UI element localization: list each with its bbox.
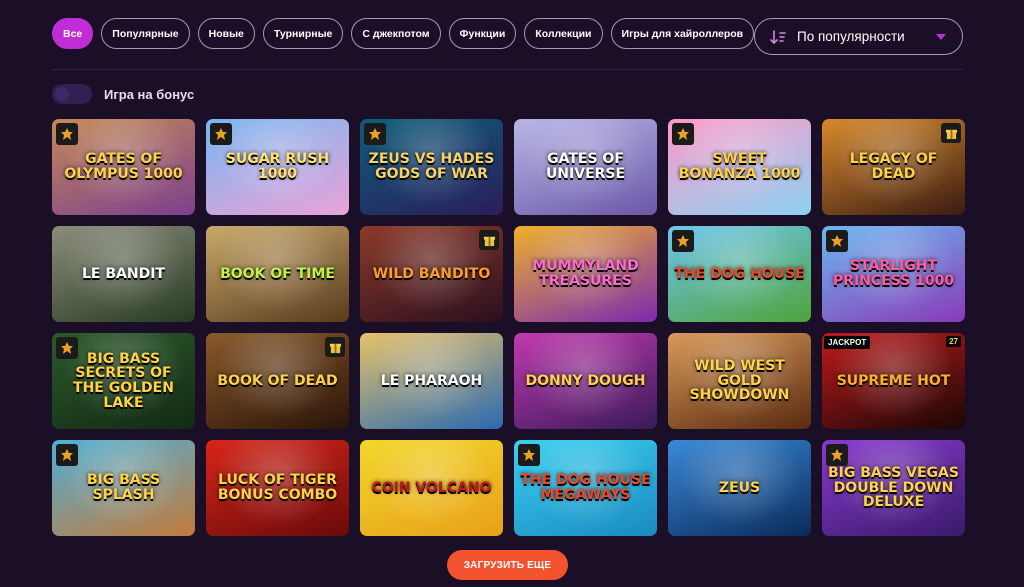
game-tile[interactable]: Book of Dead (206, 333, 349, 429)
game-grid: Gates of Olympus 1000 Sugar Rush 1000 Zeus… (52, 119, 965, 536)
game-tile[interactable]: Sweet Bonanza 1000 (668, 119, 811, 215)
game-title: Luck of Tiger Bonus Combo (217, 472, 338, 503)
load-more-button[interactable]: ЗАГРУЗИТЬ ЕЩЕ (447, 550, 568, 580)
game-title: Coin Volcano (371, 479, 492, 496)
provider-badge (364, 123, 386, 145)
gift-icon (945, 129, 957, 139)
game-tile[interactable]: Legacy of Dead (822, 119, 965, 215)
game-title: Gates of Olympus 1000 (64, 151, 183, 182)
count-badge: 27 (946, 336, 961, 347)
game-tile[interactable]: The Dog House (668, 226, 811, 322)
provider-badge (826, 230, 848, 252)
game-tile[interactable]: Big Bass Secrets of the Golden Lake (52, 333, 195, 429)
gift-icon (329, 343, 341, 353)
provider-logo-icon (677, 128, 689, 140)
game-title: Big Bass Secrets of the Golden Lake (73, 350, 174, 411)
game-title: Big Bass Splash (86, 472, 161, 503)
filter-chip[interactable]: Новые (197, 18, 255, 49)
provider-badge (56, 123, 78, 145)
provider-badge (56, 337, 78, 359)
bonus-badge (325, 337, 345, 357)
filter-chip[interactable]: Игры для хайроллеров (610, 18, 755, 49)
filter-chip[interactable]: С джекпотом (351, 18, 441, 49)
sort-descending-icon (770, 29, 786, 44)
filter-chip[interactable]: Все (52, 18, 94, 49)
bonus-toggle[interactable] (52, 84, 92, 104)
game-title: Starlight Princess 1000 (832, 258, 955, 289)
game-tile[interactable]: Mummyland Treasures (514, 226, 657, 322)
bonus-toggle-row: Игра на бонус (52, 84, 194, 104)
game-tile[interactable]: Le Bandit (52, 226, 195, 322)
provider-logo-icon (61, 449, 73, 461)
bonus-badge (479, 230, 499, 250)
sort-label: По популярности (797, 29, 905, 44)
game-tile[interactable]: Coin Volcano (360, 440, 503, 536)
game-title: Wild West Gold Showdown (689, 357, 790, 404)
game-title: Book of Dead (217, 372, 338, 389)
provider-badge (672, 123, 694, 145)
provider-badge (672, 230, 694, 252)
sort-dropdown[interactable]: По популярности (754, 18, 963, 55)
provider-badge (210, 123, 232, 145)
game-title: Donny Dough (525, 372, 646, 389)
game-tile[interactable]: JACKPOT 27 Supreme Hot (822, 333, 965, 429)
filter-chip[interactable]: Популярные (101, 18, 190, 49)
provider-logo-icon (523, 449, 535, 461)
game-title: Book of Time (220, 265, 335, 282)
game-tile[interactable]: Gates of Olympus 1000 (52, 119, 195, 215)
provider-logo-icon (369, 128, 381, 140)
game-tile[interactable]: Donny Dough (514, 333, 657, 429)
game-tile[interactable]: Big Bass Vegas Double Down Deluxe (822, 440, 965, 536)
gift-icon (483, 236, 495, 246)
game-title: Sweet Bonanza 1000 (678, 151, 801, 182)
filter-chip[interactable]: Турнирные (262, 18, 344, 49)
game-title: Mummyland Treasures (532, 258, 639, 289)
game-tile[interactable]: Zeus vs Hades Gods of War (360, 119, 503, 215)
game-title: Sugar Rush 1000 (225, 151, 330, 182)
bonus-toggle-label: Игра на бонус (104, 86, 195, 102)
provider-logo-icon (677, 235, 689, 247)
provider-logo-icon (61, 342, 73, 354)
game-title: The Dog House Megaways (520, 472, 651, 503)
game-tile[interactable]: Starlight Princess 1000 (822, 226, 965, 322)
jackpot-badge: JACKPOT (824, 336, 871, 349)
game-tile[interactable]: Luck of Tiger Bonus Combo (206, 440, 349, 536)
filter-chip[interactable]: Коллекции (524, 18, 603, 49)
game-tile[interactable]: Wild West Gold Showdown (668, 333, 811, 429)
game-title: Zeus vs Hades Gods of War (368, 151, 495, 182)
game-tile[interactable]: Book of Time (206, 226, 349, 322)
game-tile[interactable]: Zeus (668, 440, 811, 536)
filter-chips: Все Популярные Новые Турнирные С джекпотом Фу… (52, 18, 755, 49)
game-title: Gates of Universe (545, 151, 626, 182)
game-tile[interactable]: Gates of Universe (514, 119, 657, 215)
game-tile[interactable]: Le Pharaoh (360, 333, 503, 429)
provider-logo-icon (831, 235, 843, 247)
provider-logo-icon (831, 449, 843, 461)
game-tile[interactable]: Sugar Rush 1000 (206, 119, 349, 215)
game-title: Legacy of Dead (849, 151, 938, 182)
chevron-down-icon (936, 33, 946, 40)
game-title: The Dog House (674, 265, 805, 282)
provider-badge (56, 444, 78, 466)
game-title: Le Bandit (82, 265, 165, 282)
provider-logo-icon (215, 128, 227, 140)
provider-logo-icon (61, 128, 73, 140)
game-title: Big Bass Vegas Double Down Deluxe (828, 464, 959, 511)
game-title: Wild Bandito (372, 265, 491, 282)
game-tile[interactable]: Big Bass Splash (52, 440, 195, 536)
game-tile[interactable]: The Dog House Megaways (514, 440, 657, 536)
toggle-knob (55, 87, 69, 101)
game-title: Supreme Hot (836, 372, 951, 389)
provider-badge (826, 444, 848, 466)
provider-badge (518, 444, 540, 466)
game-title: Le Pharaoh (380, 372, 483, 389)
game-tile[interactable]: Wild Bandito (360, 226, 503, 322)
divider (52, 69, 963, 70)
bonus-badge (941, 123, 961, 143)
game-title: Zeus (718, 479, 761, 496)
filter-chip[interactable]: Функции (448, 18, 517, 49)
